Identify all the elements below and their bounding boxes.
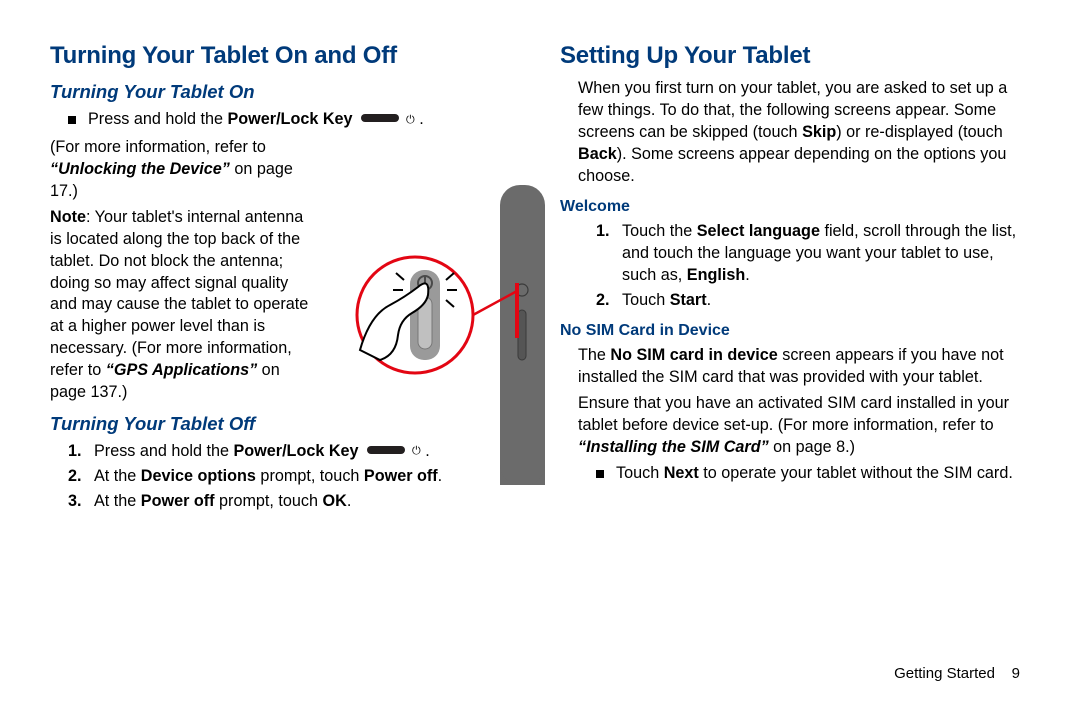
welcome-step-1: 1. Touch the Select language field, scro…: [596, 221, 1030, 287]
section-name: Getting Started: [894, 665, 995, 682]
bullet-square-icon: [68, 116, 76, 124]
on-info-para: (For more information, refer to “Unlocki…: [50, 137, 310, 203]
nosim-p2: Ensure that you have an activated SIM ca…: [578, 393, 1030, 459]
manual-page: Turning Your Tablet On and Off Turning Y…: [0, 0, 1080, 700]
on-bullet: Press and hold the Power/Lock Key ⏻ .: [68, 109, 520, 131]
heading-turn-on: Turning Your Tablet On: [50, 80, 520, 105]
heading-setup: Setting Up Your Tablet: [560, 40, 1030, 72]
power-button-illustration: [350, 185, 570, 485]
off-step-3: 3. At the Power off prompt, touch OK.: [68, 491, 520, 513]
welcome-steps: 1. Touch the Select language field, scro…: [596, 221, 1030, 311]
nosim-p1: The No SIM card in device screen appears…: [578, 345, 1030, 389]
bullet-square-icon: [596, 470, 604, 478]
heading-on-off: Turning Your Tablet On and Off: [50, 40, 520, 72]
power-lock-key-icon: [361, 109, 403, 131]
on-bullet-text: Press and hold the Power/Lock Key ⏻ .: [88, 109, 424, 131]
setup-intro: When you first turn on your tablet, you …: [578, 78, 1030, 187]
welcome-step-2: 2. Touch Start.: [596, 290, 1030, 312]
nosim-bullet: Touch Next to operate your tablet withou…: [596, 463, 1030, 485]
page-number: 9: [1012, 665, 1020, 682]
page-footer: Getting Started 9: [894, 665, 1020, 682]
nosim-bullet-text: Touch Next to operate your tablet withou…: [616, 463, 1013, 485]
power-symbol-icon: ⏻: [406, 113, 415, 128]
left-column: Turning Your Tablet On and Off Turning Y…: [50, 40, 520, 680]
heading-welcome: Welcome: [560, 196, 1030, 218]
right-column: Setting Up Your Tablet When you first tu…: [560, 40, 1030, 680]
antenna-note: Note: Your tablet's internal antenna is …: [50, 207, 310, 404]
heading-no-sim: No SIM Card in Device: [560, 320, 1030, 342]
